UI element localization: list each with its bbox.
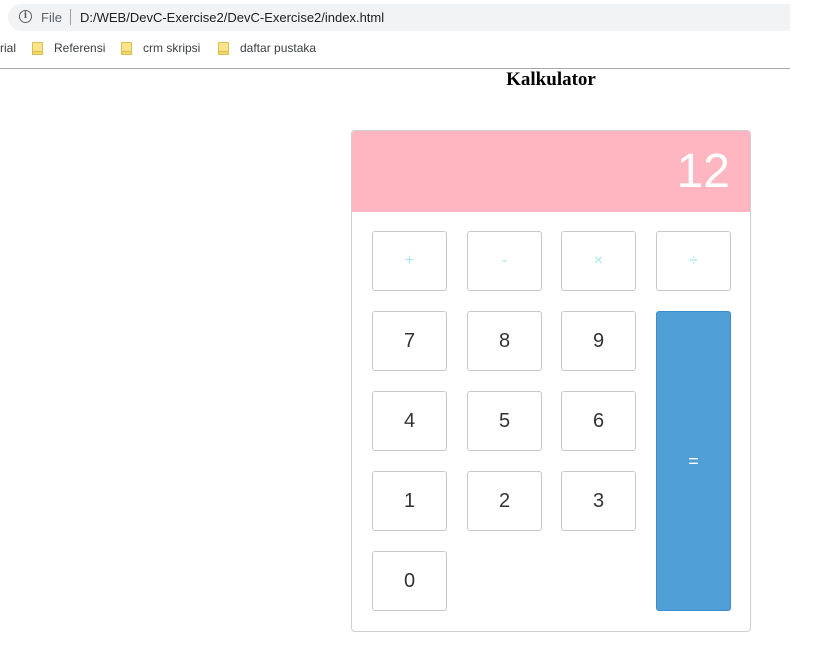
bookmark-daftar-pustaka[interactable]: daftar pustaka bbox=[240, 41, 316, 55]
url-text[interactable]: D:/WEB/DevC-Exercise2/DevC-Exercise2/ind… bbox=[80, 10, 384, 25]
address-bar[interactable]: i File D:/WEB/DevC-Exercise2/DevC-Exerci… bbox=[8, 4, 790, 31]
digit-2-button[interactable]: 2 bbox=[467, 471, 542, 531]
calculator-display: 12 bbox=[352, 131, 750, 212]
digit-0-button[interactable]: 0 bbox=[372, 551, 447, 611]
folder-icon bbox=[218, 42, 229, 55]
page-title: Kalkulator bbox=[506, 69, 596, 90]
multiply-button[interactable]: × bbox=[561, 231, 636, 291]
digit-3-button[interactable]: 3 bbox=[561, 471, 636, 531]
address-separator bbox=[70, 9, 71, 25]
divide-button[interactable]: ÷ bbox=[656, 231, 731, 291]
bookmark-crm-skripsi[interactable]: crm skripsi bbox=[143, 41, 200, 55]
calculator: 12 + - × ÷ 7 8 9 4 5 6 1 2 3 0 = bbox=[351, 130, 751, 632]
folder-icon bbox=[32, 42, 43, 55]
info-icon[interactable]: i bbox=[19, 10, 32, 23]
browser-chrome: i File D:/WEB/DevC-Exercise2/DevC-Exerci… bbox=[0, 0, 790, 69]
digit-6-button[interactable]: 6 bbox=[561, 391, 636, 451]
digit-1-button[interactable]: 1 bbox=[372, 471, 447, 531]
digit-5-button[interactable]: 5 bbox=[467, 391, 542, 451]
bookmarks-bar: rial Referensi crm skripsi daftar pustak… bbox=[0, 38, 790, 60]
folder-icon bbox=[121, 42, 132, 55]
digit-4-button[interactable]: 4 bbox=[372, 391, 447, 451]
digit-9-button[interactable]: 9 bbox=[561, 311, 636, 371]
plus-button[interactable]: + bbox=[372, 231, 447, 291]
equals-button[interactable]: = bbox=[656, 311, 731, 611]
bookmark-rial[interactable]: rial bbox=[0, 41, 16, 55]
digit-7-button[interactable]: 7 bbox=[372, 311, 447, 371]
digit-8-button[interactable]: 8 bbox=[467, 311, 542, 371]
minus-button[interactable]: - bbox=[467, 231, 542, 291]
bookmark-referensi[interactable]: Referensi bbox=[54, 41, 105, 55]
file-scheme-label: File bbox=[41, 10, 62, 25]
